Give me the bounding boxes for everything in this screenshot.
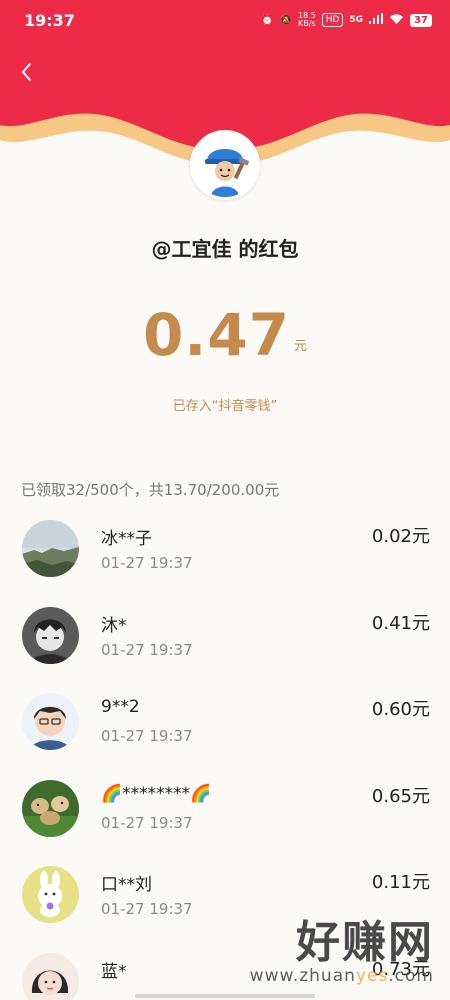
amount-unit: 元 [294, 339, 308, 354]
amount-display: 0.47 元 [0, 300, 450, 370]
cartoon-boy-avatar [22, 693, 79, 750]
sender-title: @工宜佳 的红包 [151, 237, 299, 261]
recipient-amount: 0.60元 [371, 699, 430, 720]
mute-icon: 🔕 [279, 14, 292, 26]
recipient-amount: 0.02元 [371, 526, 430, 547]
recipient-name: 沐* [101, 615, 127, 636]
red-packet-detail-page: 19:37 ⏰ 🔕 18.5 KB/s HD 5G 37 @工宜佳 的红包 0.… [0, 0, 450, 1000]
saved-to-wallet-link[interactable]: 已存入“抖音零钱” [0, 395, 450, 414]
list-item[interactable]: 9**2 01-27 19:37 0.60元 [0, 687, 450, 774]
claim-summary: 已领取32/500个，共13.70/200.00元 [21, 481, 280, 499]
landscape-avatar [22, 520, 79, 577]
recipient-time: 01-27 19:37 [101, 727, 193, 745]
wifi-icon [389, 13, 404, 27]
net-speed: 18.5 KB/s [297, 11, 316, 28]
recipient-amount: 0.41元 [371, 612, 430, 634]
sender-avatar[interactable] [190, 130, 260, 200]
recipient-name: 🌈********🌈 [101, 783, 212, 804]
recipient-time: 01-27 19:37 [101, 900, 193, 918]
recipient-name: 口**刘 [101, 875, 152, 895]
home-indicator[interactable] [135, 994, 315, 998]
back-button[interactable] [12, 58, 40, 86]
anime-boy-avatar [22, 606, 79, 664]
status-time: 19:37 [24, 10, 75, 30]
hd-badge: HD [321, 13, 344, 27]
alarm-icon: ⏰ [261, 14, 274, 26]
status-bar: 19:37 ⏰ 🔕 18.5 KB/s HD 5G 37 [0, 0, 450, 40]
status-icons: ⏰ 🔕 18.5 KB/s HD 5G 37 [261, 12, 432, 28]
amount-value: 0.47 [142, 301, 291, 369]
site-watermark: 好赚网 www.zhuanyes.com [249, 917, 434, 987]
recipient-time: 01-27 19:37 [101, 640, 193, 659]
recipient-name: 9**2 [101, 697, 140, 717]
worker-avatar-icon [193, 133, 257, 197]
recipient-name: 冰**子 [101, 529, 152, 549]
signal-bars-icon [369, 13, 384, 27]
list-item[interactable]: 🌈********🌈 01-27 19:37 0.65元 [0, 774, 450, 861]
list-item[interactable]: 冰**子 01-27 19:37 0.02元 [0, 514, 450, 601]
recipient-amount: 0.11元 [371, 872, 430, 893]
bunny-avatar [22, 866, 79, 923]
puppies-avatar [22, 779, 79, 837]
recipient-name: 蓝* [101, 961, 127, 982]
recipient-time: 01-27 19:37 [101, 813, 193, 832]
recipient-amount: 0.65元 [371, 785, 430, 807]
recipient-time: 01-27 19:37 [101, 554, 193, 572]
chevron-left-icon [21, 63, 31, 81]
signal-label: 5G [349, 15, 364, 25]
battery-indicator: 37 [410, 13, 432, 27]
list-item[interactable]: 沐* 01-27 19:37 0.41元 [0, 601, 450, 688]
watermark-url: www.zhuanyes.com [249, 966, 434, 986]
watermark-title: 好赚网 [296, 917, 434, 968]
girl-avatar [22, 952, 79, 1000]
